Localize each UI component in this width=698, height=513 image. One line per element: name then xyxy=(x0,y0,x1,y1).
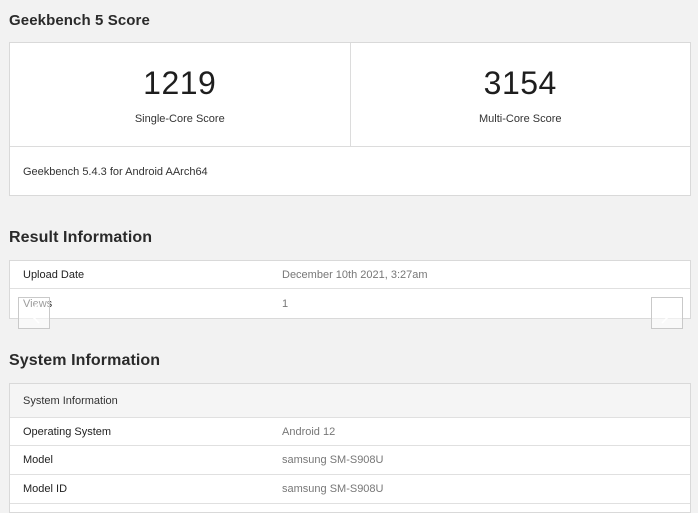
multi-core-label: Multi-Core Score xyxy=(478,113,562,125)
views-key: Views xyxy=(10,298,282,310)
single-core-cell: 1219 Single-Core Score xyxy=(10,43,350,146)
operating-system-key: Operating System xyxy=(23,425,112,438)
system-table-header: System Information xyxy=(10,384,690,418)
next-button[interactable] xyxy=(651,297,683,329)
model-value: samsung SM-S908U xyxy=(282,454,384,466)
score-row: 1219 Single-Core Score 3154 Multi-Core S… xyxy=(10,43,690,147)
result-section-title: Result Information xyxy=(9,229,153,246)
chevron-left-icon xyxy=(27,302,40,324)
single-core-score: 1219 xyxy=(143,65,217,101)
system-section-title: System Information xyxy=(9,352,161,369)
previous-button[interactable] xyxy=(18,297,50,329)
table-row: Views 1 xyxy=(10,289,690,318)
geekbench-result-page: Geekbench 5 Score 1219 Single-Core Score… xyxy=(0,0,698,513)
result-info-table: Upload Date December 10th 2021, 3:27am V… xyxy=(9,260,691,319)
views-value: 1 xyxy=(282,297,289,310)
model-id-key: Model ID xyxy=(23,483,68,495)
multi-core-score: 3154 xyxy=(483,65,557,101)
operating-system-value: Android 12 xyxy=(282,425,336,438)
single-core-label: Single-Core Score xyxy=(134,113,225,125)
model-key: Model xyxy=(23,454,53,466)
version-text: Geekbench 5.4.3 for Android AArch64 xyxy=(23,166,208,178)
multi-core-cell: 3154 Multi-Core Score xyxy=(349,43,691,146)
score-card: 1219 Single-Core Score 3154 Multi-Core S… xyxy=(9,42,691,196)
chevron-right-icon xyxy=(661,302,674,324)
table-row: Model samsung SM-S908U xyxy=(10,446,690,475)
upload-date-key: Upload Date xyxy=(23,268,85,281)
system-info-table: System Information Operating System Andr… xyxy=(9,383,691,513)
upload-date-value: December 10th 2021, 3:27am xyxy=(282,268,428,281)
table-row: Model ID samsung SM-S908U xyxy=(10,475,690,504)
table-row: Upload Date December 10th 2021, 3:27am xyxy=(10,261,690,289)
table-row: Operating System Android 12 xyxy=(10,418,690,446)
model-id-value: samsung SM-S908U xyxy=(282,483,384,495)
score-section-title: Geekbench 5 Score xyxy=(9,12,150,29)
